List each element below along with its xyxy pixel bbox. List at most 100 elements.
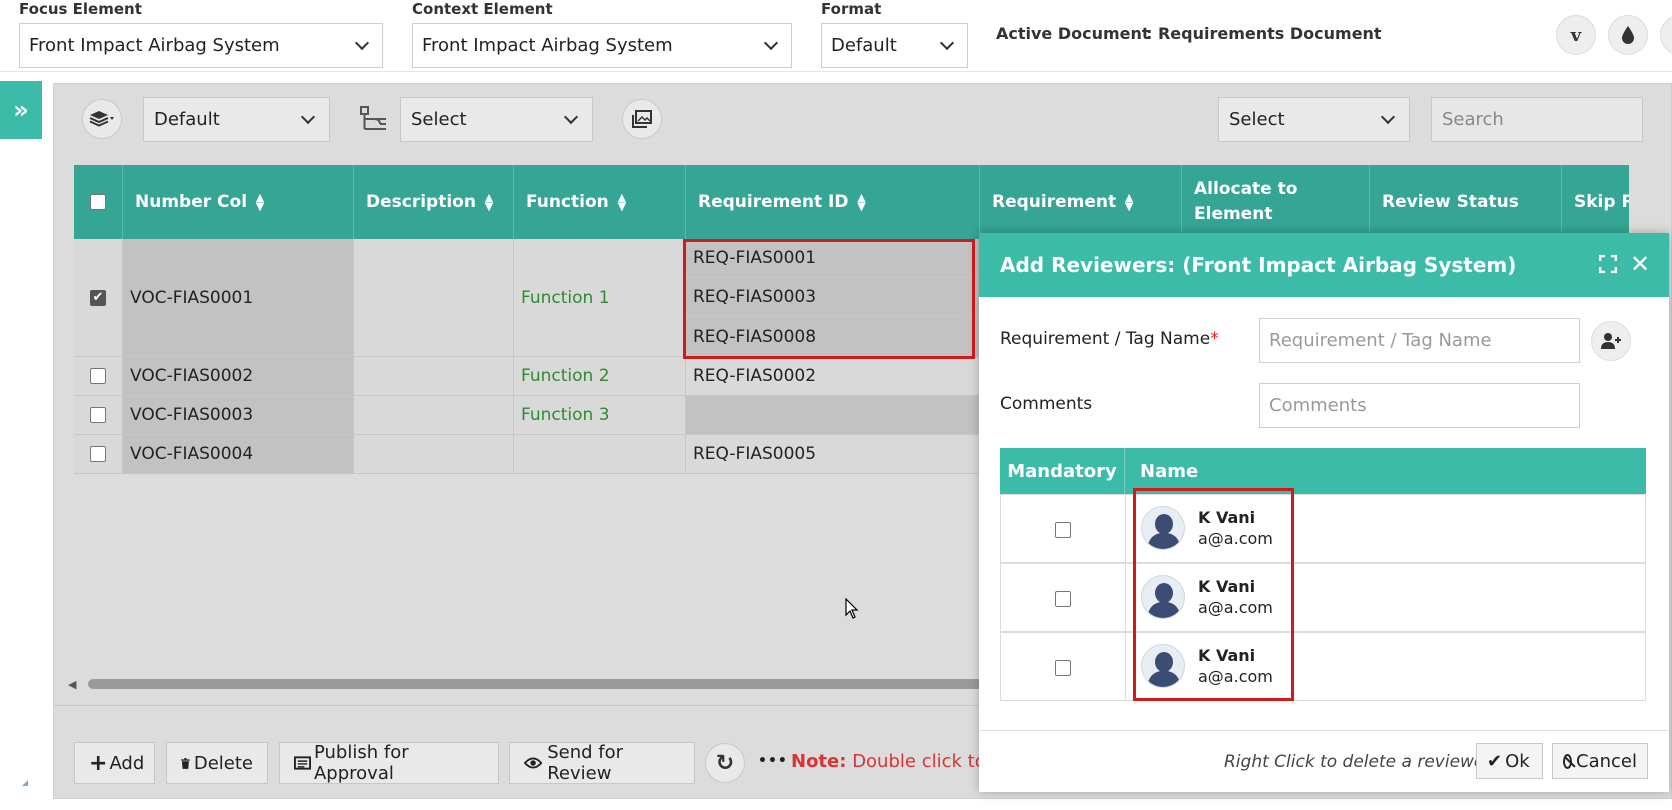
hierarchy-select[interactable]: Select — [400, 97, 593, 142]
layer-select[interactable]: Default — [143, 97, 330, 142]
chevron-down-icon — [1380, 109, 1396, 124]
row-select-cell: ✔ — [74, 239, 123, 357]
table-cell-requirement-id[interactable]: REQ-FIAS0002 — [686, 357, 980, 396]
sort-icon: ▲ ▼ — [255, 191, 265, 213]
table-cell-function[interactable]: Function 1 — [514, 239, 686, 357]
table-cell-description[interactable] — [354, 435, 514, 474]
mandatory-checkbox[interactable] — [1055, 660, 1071, 680]
add-reviewer-button[interactable] — [1591, 321, 1631, 361]
column-header-description[interactable]: Description ▲ ▼ — [354, 165, 514, 239]
table-cell-number: VOC-FIAS0004 — [123, 435, 354, 474]
row-checkbox[interactable]: ✔ — [90, 289, 106, 306]
search-placeholder: Search — [1442, 109, 1504, 130]
column-header-label: Requirement — [992, 192, 1117, 212]
double-chevron-right-icon: » — [13, 96, 29, 124]
gallery-button[interactable] — [622, 99, 662, 139]
active-document-label: Active Document — [996, 24, 1150, 43]
layer-select-value: Default — [154, 109, 220, 130]
column-divider — [1125, 494, 1126, 701]
send-review-button-label: Send for Review — [547, 742, 624, 784]
tag-name-input[interactable]: Requirement / Tag Name — [1259, 318, 1580, 363]
format-select[interactable]: Default — [821, 23, 968, 68]
delete-button[interactable]: Delete — [166, 742, 268, 784]
note-message: Double click to e — [852, 751, 979, 772]
more-options-icon[interactable]: ••• — [758, 753, 788, 769]
column-header-label: Function — [526, 192, 609, 212]
expand-icon[interactable] — [1598, 254, 1618, 274]
theme-button[interactable] — [1608, 15, 1648, 55]
column-header-requirement-id[interactable]: Requirement ID ▲ ▼ — [686, 165, 980, 239]
dialog-header: Add Reviewers: (Front Impact Airbag Syst… — [979, 233, 1669, 297]
ok-button-label: Ok — [1505, 750, 1530, 772]
layers-button[interactable] — [82, 99, 122, 139]
column-header-number[interactable]: Number Col ▲ ▼ — [123, 165, 354, 239]
refresh-button[interactable]: ↻ — [705, 743, 745, 783]
row-select-cell — [74, 357, 123, 396]
column-header-review-status[interactable]: Review Status — [1370, 165, 1562, 239]
row-checkbox[interactable] — [90, 407, 106, 423]
focus-element-select[interactable]: Front Impact Airbag System — [19, 23, 383, 68]
column-header-skip-review[interactable]: Skip Re — [1562, 165, 1629, 239]
trash-icon — [181, 757, 190, 769]
table-cell-requirement-id[interactable] — [686, 396, 980, 435]
cancel-button[interactable]: Cancel — [1552, 743, 1648, 779]
reviewer-row[interactable] — [1000, 632, 1646, 701]
vimeo-icon: v — [1570, 24, 1582, 46]
reviewer-row[interactable] — [1000, 563, 1646, 632]
droplet-icon — [1622, 26, 1634, 44]
publish-for-approval-button[interactable]: Publish for Approval — [279, 742, 499, 784]
delete-button-label: Delete — [193, 752, 253, 774]
mandatory-checkbox[interactable] — [1055, 591, 1071, 611]
highlight-box — [683, 239, 975, 359]
column-header-function[interactable]: Function ▲ ▼ — [514, 165, 686, 239]
column-header-requirement[interactable]: Requirement ▲ ▼ — [980, 165, 1182, 239]
select-all-checkbox[interactable] — [90, 194, 106, 210]
table-cell-function[interactable] — [514, 435, 686, 474]
chevron-down-icon — [939, 35, 955, 50]
horizontal-scrollbar[interactable] — [88, 679, 988, 689]
add-button[interactable]: + Add — [74, 742, 155, 784]
eye-icon — [524, 757, 543, 769]
row-select-cell — [74, 396, 123, 435]
vimeo-button[interactable]: v — [1556, 15, 1596, 55]
comments-input[interactable]: Comments — [1259, 383, 1580, 428]
sidebar-toggle-button[interactable]: » — [0, 81, 42, 139]
search-input[interactable]: Search — [1431, 97, 1643, 142]
reviewer-row[interactable] — [1000, 494, 1646, 563]
add-button-label: Add — [109, 752, 145, 774]
table-cell-number: VOC-FIAS0001 — [123, 239, 354, 357]
extra-button[interactable] — [1660, 15, 1672, 55]
column-header-allocate[interactable]: Allocate to Element — [1182, 165, 1370, 239]
tag-name-label-text: Requirement / Tag Name — [1000, 329, 1211, 349]
note-text: Note: Double click to e — [791, 751, 979, 772]
layers-icon — [89, 111, 114, 127]
row-checkbox[interactable] — [90, 446, 106, 462]
scroll-left-icon[interactable]: ◀ — [68, 678, 76, 691]
format-label: Format — [821, 0, 882, 18]
context-element-select[interactable]: Front Impact Airbag System — [412, 23, 792, 68]
ok-button[interactable]: ✔ Ok — [1476, 743, 1543, 779]
chevron-down-icon — [763, 35, 779, 50]
table-cell-requirement-id[interactable]: REQ-FIAS0005 — [686, 435, 980, 474]
note-label: Note: — [791, 751, 847, 772]
tag-name-label: Requirement / Tag Name* — [1000, 329, 1219, 349]
row-checkbox[interactable] — [90, 368, 106, 384]
images-icon — [632, 110, 652, 128]
table-cell-description[interactable] — [354, 396, 514, 435]
publish-button-label: Publish for Approval — [313, 742, 409, 784]
dialog-footer-divider — [979, 730, 1669, 731]
hierarchy-select-value: Select — [411, 109, 467, 130]
table-cell-description[interactable] — [354, 239, 514, 357]
table-cell-function[interactable]: Function 3 — [514, 396, 686, 435]
table-cell-number: VOC-FIAS0002 — [123, 357, 354, 396]
hierarchy-icon[interactable] — [358, 104, 388, 134]
close-icon[interactable]: ✕ — [1630, 252, 1650, 276]
mandatory-column-header: Mandatory — [1000, 448, 1125, 494]
send-for-review-button[interactable]: Send for Review — [509, 742, 695, 784]
view-select[interactable]: Select — [1218, 97, 1410, 142]
table-cell-description[interactable] — [354, 357, 514, 396]
focus-element-label: Focus Element — [19, 0, 142, 18]
column-header-label: Requirement ID — [698, 192, 849, 212]
table-cell-function[interactable]: Function 2 — [514, 357, 686, 396]
mandatory-checkbox[interactable] — [1055, 522, 1071, 542]
